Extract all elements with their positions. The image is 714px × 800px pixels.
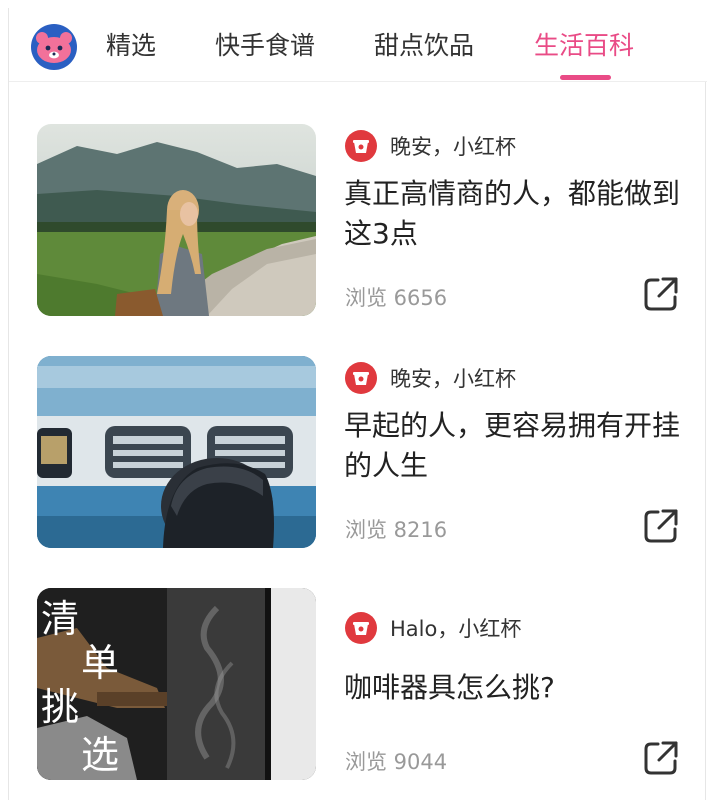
author-avatar-icon xyxy=(345,612,377,644)
thumbnail-text-dan: 单 xyxy=(81,641,119,685)
article-thumbnail[interactable] xyxy=(37,124,316,316)
category-tab-bar: 精选 快手食谱 甜点饮品 生活百科 xyxy=(9,8,707,82)
active-tab-indicator xyxy=(560,75,611,80)
author-name: 晚安，小红杯 xyxy=(390,135,516,159)
thumbnail-text-tiao: 挑 xyxy=(41,685,79,729)
tab-jingxuan[interactable]: 精选 xyxy=(106,30,156,62)
article-thumbnail[interactable]: 清 单 挑 选 xyxy=(37,588,316,780)
article-meta: 晚安，小红杯 xyxy=(345,130,516,162)
article-title[interactable]: 真正高情商的人，都能做到这3点 xyxy=(344,174,680,254)
view-count: 浏览 9044 xyxy=(345,750,448,774)
article-meta: Halo，小红杯 xyxy=(345,612,521,644)
article-title[interactable]: 早起的人，更容易拥有开挂的人生 xyxy=(344,406,680,486)
article-card[interactable]: 清 单 挑 选 Halo，小红杯 咖啡器具怎么挑? 浏览 9044 xyxy=(37,588,687,780)
share-icon[interactable] xyxy=(641,274,681,314)
author-avatar-icon xyxy=(345,130,377,162)
article-card[interactable]: 晚安，小红杯 早起的人，更容易拥有开挂的人生 浏览 8216 xyxy=(37,356,687,548)
article-card[interactable]: 晚安，小红杯 真正高情商的人，都能做到这3点 浏览 6656 xyxy=(37,124,687,316)
author-name: Halo，小红杯 xyxy=(390,617,522,641)
tab-shenghuo-baike[interactable]: 生活百科 xyxy=(534,30,634,62)
article-meta: 晚安，小红杯 xyxy=(345,362,516,394)
tab-kuaishou-shipu[interactable]: 快手食谱 xyxy=(215,30,315,62)
article-thumbnail[interactable] xyxy=(37,356,316,548)
article-title[interactable]: 咖啡器具怎么挑? xyxy=(344,668,680,708)
bear-logo-icon[interactable] xyxy=(31,24,77,70)
author-name: 晚安，小红杯 xyxy=(390,367,516,391)
share-icon[interactable] xyxy=(641,738,681,778)
thumbnail-text-qing: 清 xyxy=(41,597,79,641)
view-count: 浏览 6656 xyxy=(345,286,448,310)
share-icon[interactable] xyxy=(641,506,681,546)
thumbnail-text-xuan: 选 xyxy=(81,733,119,777)
tab-tiandian-yinpin[interactable]: 甜点饮品 xyxy=(374,30,474,62)
author-avatar-icon xyxy=(345,362,377,394)
app-frame: 精选 快手食谱 甜点饮品 生活百科 晚安，小红杯 真正高情商的人，都能做到这3点… xyxy=(8,8,707,800)
view-count: 浏览 8216 xyxy=(345,518,448,542)
